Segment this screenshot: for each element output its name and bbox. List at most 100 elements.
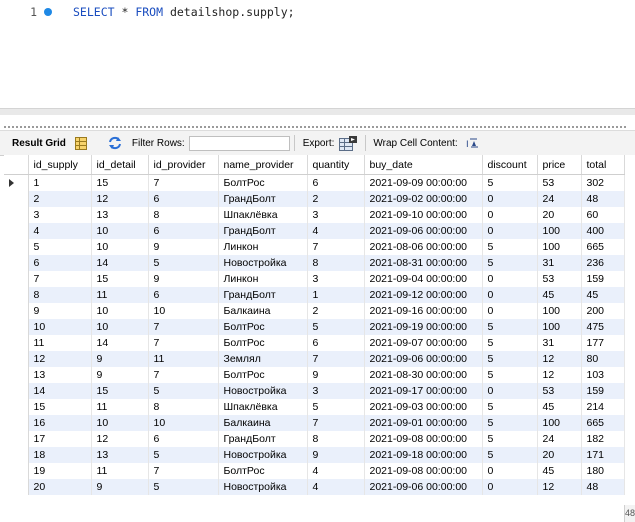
cell-buy-date[interactable]: 2021-09-03 00:00:00 [364, 399, 483, 415]
splitter[interactable] [0, 108, 635, 115]
table-row[interactable]: 16 10 10 Балкаина 7 2021-09-01 00:00:00 5 100 66… [4, 415, 625, 431]
cell-price[interactable]: 12 [537, 479, 582, 495]
cell-price[interactable]: 45 [537, 287, 582, 303]
cell-id-supply[interactable]: 12 [28, 351, 92, 367]
cell-id-provider[interactable]: 7 [148, 174, 219, 191]
row-selector[interactable] [4, 383, 29, 399]
table-row[interactable]: 5 10 9 Линкон 7 2021-08-06 00:00:00 5 100 665 [4, 239, 625, 255]
cell-id-supply[interactable]: 4 [28, 223, 92, 239]
cell-id-supply[interactable]: 2 [28, 191, 92, 207]
cell-total[interactable]: 665 [581, 415, 625, 431]
row-selector[interactable] [4, 239, 29, 255]
cell-name-provider[interactable]: Новостройка [218, 383, 308, 399]
cell-price[interactable]: 31 [537, 335, 582, 351]
cell-quantity[interactable]: 2 [307, 191, 365, 207]
cell-price[interactable]: 100 [537, 415, 582, 431]
cell-id-provider[interactable]: 10 [148, 415, 219, 431]
cell-id-provider[interactable]: 11 [148, 351, 219, 367]
cell-total[interactable]: 48 [581, 479, 625, 495]
cell-id-detail[interactable]: 11 [91, 287, 149, 303]
cell-price[interactable]: 24 [537, 191, 582, 207]
cell-id-provider[interactable]: 9 [148, 271, 219, 287]
cell-name-provider[interactable]: Новостройка [218, 447, 308, 463]
cell-price[interactable]: 53 [537, 271, 582, 287]
cell-name-provider[interactable]: Новостройка [218, 255, 308, 271]
cell-id-provider[interactable]: 6 [148, 191, 219, 207]
cell-buy-date[interactable]: 2021-08-06 00:00:00 [364, 239, 483, 255]
row-selector[interactable] [4, 415, 29, 431]
row-selector[interactable] [4, 223, 29, 239]
row-selector[interactable] [4, 303, 29, 319]
cell-total[interactable]: 159 [581, 271, 625, 287]
cell-id-detail[interactable]: 10 [91, 223, 149, 239]
table-row[interactable]: 8 11 6 ГрандБолт 1 2021-09-12 00:00:00 0 45 45 [4, 287, 625, 303]
cell-discount[interactable]: 0 [482, 223, 538, 239]
cell-buy-date[interactable]: 2021-09-06 00:00:00 [364, 351, 483, 367]
refresh-icon[interactable] [107, 136, 123, 150]
table-row[interactable]: 3 13 8 Шпаклёвка 3 2021-09-10 00:00:00 0 20 60 [4, 207, 625, 223]
result-grid[interactable]: id_supply id_detail id_provider name_provid… [4, 155, 635, 522]
table-row[interactable]: 2 12 6 ГрандБолт 2 2021-09-02 00:00:00 0 24 48 [4, 191, 625, 207]
cell-name-provider[interactable]: Новостройка [218, 479, 308, 495]
cell-name-provider[interactable]: БолтРос [218, 174, 308, 191]
cell-id-provider[interactable]: 10 [148, 303, 219, 319]
cell-name-provider[interactable]: БолтРос [218, 463, 308, 479]
cell-buy-date[interactable]: 2021-09-04 00:00:00 [364, 271, 483, 287]
cell-id-detail[interactable]: 14 [91, 335, 149, 351]
table-row[interactable]: 1 15 7 БолтРос 6 2021-09-09 00:00:00 5 53 302 [4, 174, 625, 191]
cell-quantity[interactable]: 2 [307, 303, 365, 319]
cell-id-detail[interactable]: 9 [91, 367, 149, 383]
cell-name-provider[interactable]: ГрандБолт [218, 223, 308, 239]
cell-quantity[interactable]: 7 [307, 415, 365, 431]
cell-quantity[interactable]: 4 [307, 463, 365, 479]
cell-id-supply[interactable]: 9 [28, 303, 92, 319]
cell-id-provider[interactable]: 8 [148, 399, 219, 415]
result-grid-tab[interactable]: Result Grid [0, 131, 73, 155]
cell-name-provider[interactable]: ГрандБолт [218, 191, 308, 207]
cell-price[interactable]: 100 [537, 223, 582, 239]
cell-price[interactable]: 12 [537, 367, 582, 383]
cell-discount[interactable]: 0 [482, 303, 538, 319]
cell-price[interactable]: 12 [537, 351, 582, 367]
cell-buy-date[interactable]: 2021-09-09 00:00:00 [364, 174, 483, 191]
cell-id-supply[interactable]: 17 [28, 431, 92, 447]
cell-buy-date[interactable]: 2021-09-08 00:00:00 [364, 463, 483, 479]
breakpoint-dot-icon[interactable] [44, 8, 52, 16]
table-row[interactable]: 13 9 7 БолтРос 9 2021-08-30 00:00:00 5 12 103 [4, 367, 625, 383]
cell-id-supply[interactable]: 1 [28, 174, 92, 191]
table-row[interactable]: 19 11 7 БолтРос 4 2021-09-08 00:00:00 0 45 180 [4, 463, 625, 479]
cell-id-provider[interactable]: 5 [148, 383, 219, 399]
cell-id-detail[interactable]: 10 [91, 319, 149, 335]
cell-total[interactable]: 159 [581, 383, 625, 399]
cell-id-detail[interactable]: 15 [91, 174, 149, 191]
cell-price[interactable]: 24 [537, 431, 582, 447]
cell-buy-date[interactable]: 2021-09-18 00:00:00 [364, 447, 483, 463]
cell-price[interactable]: 45 [537, 463, 582, 479]
cell-id-supply[interactable]: 11 [28, 335, 92, 351]
cell-buy-date[interactable]: 2021-09-19 00:00:00 [364, 319, 483, 335]
row-selector[interactable] [4, 351, 29, 367]
filter-rows-input[interactable] [188, 135, 290, 151]
row-selector[interactable] [4, 431, 29, 447]
cell-quantity[interactable]: 7 [307, 239, 365, 255]
cell-buy-date[interactable]: 2021-09-06 00:00:00 [364, 223, 483, 239]
cell-total[interactable]: 45 [581, 287, 625, 303]
row-selector[interactable] [4, 335, 29, 351]
cell-quantity[interactable]: 8 [307, 255, 365, 271]
cell-id-supply[interactable]: 18 [28, 447, 92, 463]
cell-id-provider[interactable]: 6 [148, 287, 219, 303]
column-header-total[interactable]: total [581, 155, 625, 175]
cell-discount[interactable]: 5 [482, 351, 538, 367]
cell-buy-date[interactable]: 2021-09-08 00:00:00 [364, 431, 483, 447]
cell-id-supply[interactable]: 13 [28, 367, 92, 383]
column-header-quantity[interactable]: quantity [307, 155, 365, 175]
cell-id-provider[interactable]: 7 [148, 335, 219, 351]
cell-discount[interactable]: 5 [482, 367, 538, 383]
cell-discount[interactable]: 5 [482, 255, 538, 271]
cell-buy-date[interactable]: 2021-09-01 00:00:00 [364, 415, 483, 431]
cell-id-supply[interactable]: 16 [28, 415, 92, 431]
cell-name-provider[interactable]: ГрандБолт [218, 431, 308, 447]
cell-total[interactable]: 182 [581, 431, 625, 447]
cell-total[interactable]: 200 [581, 303, 625, 319]
cell-quantity[interactable]: 5 [307, 399, 365, 415]
